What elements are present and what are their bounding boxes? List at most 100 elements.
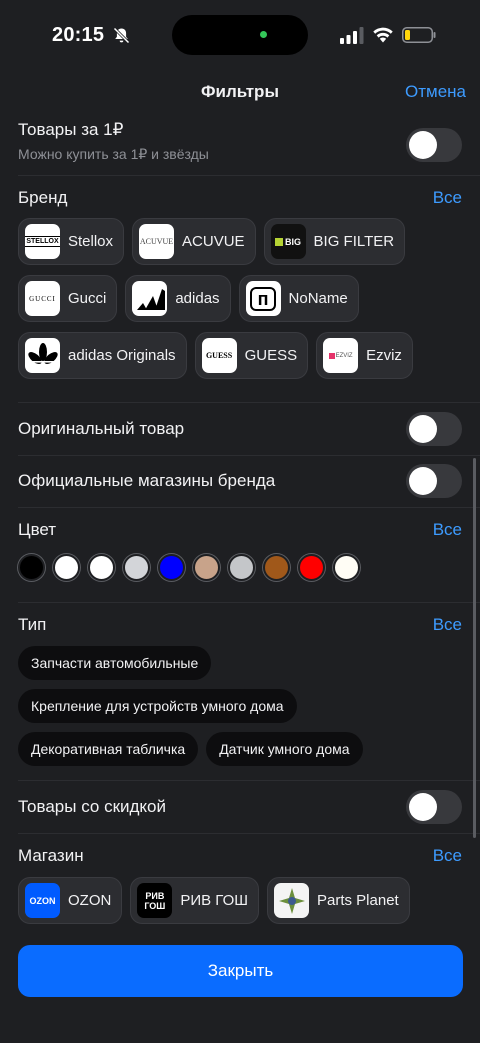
toggle-knob bbox=[409, 467, 437, 495]
brand-chip-adidas[interactable]: adidas bbox=[125, 275, 231, 322]
divider bbox=[18, 455, 480, 456]
brand-chips: STELLOX Stellox ACUVUE ACUVUE BIG BIG FI… bbox=[18, 218, 462, 389]
guess-logo: GUESS bbox=[201, 338, 237, 373]
brand-chip-ezviz[interactable]: EZVIZ Ezviz bbox=[316, 332, 413, 379]
toggle-knob bbox=[409, 131, 437, 159]
color-swatch[interactable] bbox=[333, 554, 360, 581]
original-row: Оригинальный товар bbox=[18, 412, 462, 446]
original-label: Оригинальный товар bbox=[18, 419, 185, 438]
scroll-indicator[interactable] bbox=[473, 458, 476, 838]
brand-all-link[interactable]: Все bbox=[433, 188, 462, 208]
type-all-link[interactable]: Все bbox=[433, 615, 462, 635]
store-section-header: Магазин Все bbox=[18, 846, 462, 866]
toggle-knob bbox=[409, 793, 437, 821]
one-ruble-toggle[interactable] bbox=[406, 128, 462, 162]
official-row: Официальные магазины бренда bbox=[18, 464, 462, 498]
divider bbox=[18, 175, 480, 176]
status-time: 20:15 bbox=[52, 24, 105, 46]
discount-toggle[interactable] bbox=[406, 790, 462, 824]
store-section-title: Магазин bbox=[18, 846, 84, 865]
divider bbox=[18, 780, 480, 781]
original-toggle[interactable] bbox=[406, 412, 462, 446]
camera-indicator-dot bbox=[260, 31, 267, 38]
gucci-logo: GUCCI bbox=[25, 281, 60, 316]
type-chip[interactable]: Крепление для устройств умного дома bbox=[18, 689, 297, 723]
type-section-header: Тип Все bbox=[18, 615, 462, 635]
riv-gosh-logo: РИВ ГОШ bbox=[137, 883, 173, 918]
color-swatch[interactable] bbox=[123, 554, 150, 581]
color-section-title: Цвет bbox=[18, 520, 57, 539]
brand-chip-guess[interactable]: GUESS GUESS bbox=[194, 332, 309, 379]
color-section-header: Цвет Все bbox=[18, 520, 462, 540]
divider bbox=[18, 507, 480, 508]
brand-name: GUESS bbox=[244, 347, 298, 364]
type-chip[interactable]: Запчасти автомобильные bbox=[18, 646, 212, 680]
color-swatch[interactable] bbox=[18, 554, 45, 581]
discount-label: Товары со скидкой bbox=[18, 797, 167, 816]
filters-header: Фильтры Отмена bbox=[0, 72, 480, 112]
filters-list[interactable]: Товары за 1₽ Можно купить за 1₽ и звёзды… bbox=[0, 112, 480, 940]
discount-row: Товары со скидкой bbox=[18, 790, 462, 824]
store-all-link[interactable]: Все bbox=[433, 846, 462, 866]
close-button[interactable]: Закрыть bbox=[18, 945, 463, 997]
brand-chip-gucci[interactable]: GUCCI Gucci bbox=[18, 275, 118, 322]
ozon-logo: OZON bbox=[25, 883, 60, 918]
store-name: Parts Planet bbox=[317, 892, 399, 909]
brand-name: Ezviz bbox=[366, 347, 402, 364]
brand-section-header: Бренд Все bbox=[18, 188, 462, 208]
color-swatch[interactable] bbox=[263, 554, 290, 581]
parts-planet-logo bbox=[274, 883, 309, 918]
brand-name: BIG FILTER bbox=[313, 233, 395, 250]
store-name: РИВ ГОШ bbox=[180, 892, 248, 909]
wifi-icon bbox=[373, 27, 393, 43]
official-toggle[interactable] bbox=[406, 464, 462, 498]
ezviz-logo: EZVIZ bbox=[323, 338, 359, 373]
store-chip-parts-planet[interactable]: Parts Planet bbox=[267, 877, 410, 924]
brand-chip-acuvue[interactable]: ACUVUE ACUVUE bbox=[132, 218, 256, 265]
adidas-originals-logo bbox=[25, 338, 60, 373]
color-swatch[interactable] bbox=[158, 554, 185, 581]
brand-name: adidas bbox=[175, 290, 220, 307]
store-chip-riv-gosh[interactable]: РИВ ГОШ РИВ ГОШ bbox=[130, 877, 259, 924]
brand-name: Stellox bbox=[68, 233, 114, 250]
brand-chip-adidas-originals[interactable]: adidas Originals bbox=[18, 332, 187, 379]
official-label: Официальные магазины бренда bbox=[18, 471, 276, 490]
trefoil-icon bbox=[27, 342, 58, 366]
cellular-signal-icon bbox=[340, 27, 364, 44]
battery-icon bbox=[402, 27, 436, 43]
color-swatches bbox=[18, 554, 360, 581]
status-bar: 20:15 bbox=[0, 0, 480, 72]
store-chips: OZON OZON РИВ ГОШ РИВ ГОШ Parts Planet bbox=[18, 877, 462, 934]
brand-name: ACUVUE bbox=[182, 233, 245, 250]
brand-chip-noname[interactable]: п NoName bbox=[238, 275, 359, 322]
type-chip[interactable]: Декоративная табличка bbox=[18, 732, 199, 766]
color-swatch[interactable] bbox=[228, 554, 255, 581]
stellox-logo: STELLOX bbox=[25, 224, 60, 259]
color-swatch[interactable] bbox=[53, 554, 80, 581]
brand-name: Gucci bbox=[68, 290, 107, 307]
store-chip-ozon[interactable]: OZON OZON bbox=[18, 877, 123, 924]
noname-logo: п bbox=[245, 281, 281, 316]
color-swatch[interactable] bbox=[88, 554, 115, 581]
toggle-knob bbox=[409, 415, 437, 443]
brand-chip-stellox[interactable]: STELLOX Stellox bbox=[18, 218, 125, 265]
type-section-title: Тип bbox=[18, 615, 47, 634]
type-chip[interactable]: Датчик умного дома bbox=[206, 732, 363, 766]
store-name: OZON bbox=[68, 892, 112, 909]
one-ruble-subtitle: Можно купить за 1₽ и звёзды bbox=[18, 146, 209, 162]
divider bbox=[18, 602, 480, 603]
adidas-logo bbox=[132, 281, 168, 316]
one-ruble-row: Товары за 1₽ Можно купить за 1₽ и звёзды bbox=[18, 120, 462, 163]
color-swatch[interactable] bbox=[298, 554, 325, 581]
cancel-button[interactable]: Отмена bbox=[405, 82, 466, 102]
brand-name: adidas Originals bbox=[68, 347, 176, 364]
type-chips: Запчасти автомобильные Крепление для уст… bbox=[18, 646, 462, 775]
color-all-link[interactable]: Все bbox=[433, 520, 462, 540]
one-ruble-label: Товары за 1₽ bbox=[18, 120, 124, 139]
divider bbox=[18, 833, 480, 834]
divider bbox=[18, 402, 480, 403]
big-filter-logo: BIG bbox=[270, 224, 306, 259]
color-swatch[interactable] bbox=[193, 554, 220, 581]
adidas-stripes-icon bbox=[136, 288, 165, 310]
brand-chip-big-filter[interactable]: BIG BIG FILTER bbox=[263, 218, 406, 265]
